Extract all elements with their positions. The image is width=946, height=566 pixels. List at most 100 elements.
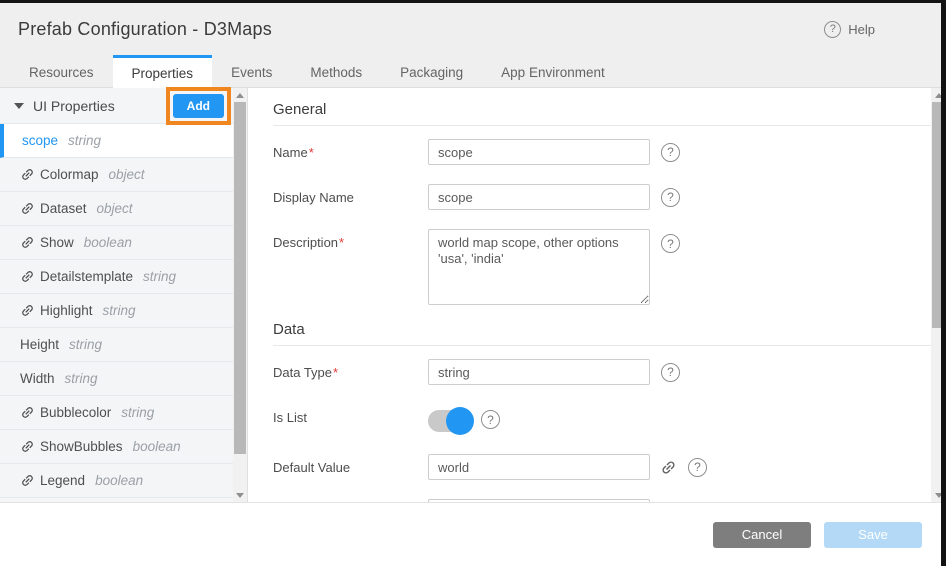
is-list-help-icon[interactable]: ? — [481, 410, 500, 429]
link-icon — [20, 473, 35, 488]
property-item-highlight[interactable]: Highlightstring — [0, 294, 233, 328]
bind-link-icon[interactable] — [660, 459, 677, 476]
property-type: string — [103, 303, 136, 318]
property-name: scope — [22, 133, 58, 148]
prefab-configuration-dialog: Prefab Configuration - D3Maps ? Help Res… — [0, 0, 946, 566]
link-icon — [20, 405, 35, 420]
field-row-binding-type: Binding Type ? — [273, 499, 931, 502]
property-name: Colormap — [40, 167, 99, 182]
link-icon — [20, 167, 35, 182]
help-button[interactable]: ? Help — [824, 21, 875, 38]
property-type: string — [69, 337, 102, 352]
default-value-input[interactable] — [428, 454, 650, 480]
property-name: Bubblecolor — [40, 405, 111, 420]
link-icon — [20, 439, 35, 454]
required-asterisk: * — [339, 235, 344, 250]
sidebar-group-header[interactable]: UI Properties Add — [0, 88, 233, 124]
property-type: string — [68, 133, 101, 148]
section-heading-general: General — [273, 101, 931, 126]
property-name: ShowBubbles — [40, 439, 123, 454]
property-item-showbubbles[interactable]: ShowBubbles boolean — [0, 430, 233, 464]
property-item-dataset[interactable]: Dataset object — [0, 192, 233, 226]
window-right-border — [941, 3, 946, 566]
tab-properties[interactable]: Properties — [113, 55, 213, 88]
properties-sidebar: UI Properties Add scope string Colormap obj… — [0, 88, 248, 502]
description-label: Description — [273, 235, 338, 250]
property-type: object — [97, 201, 133, 216]
data-type-label: Data Type — [273, 365, 332, 380]
name-help-icon[interactable]: ? — [661, 143, 680, 162]
property-name: Show — [40, 235, 74, 250]
property-name: Detailstemplate — [40, 269, 133, 284]
add-button-highlight: Add — [166, 87, 231, 125]
sidebar-scrollbar-thumb[interactable] — [234, 102, 246, 454]
property-item-scope[interactable]: scope string — [0, 124, 233, 158]
help-circle-icon: ? — [824, 21, 841, 38]
field-row-description: Description* world map scope, other opti… — [273, 229, 931, 305]
property-item-legend[interactable]: Legend boolean — [0, 464, 233, 498]
name-label: Name — [273, 145, 308, 160]
display-name-input[interactable] — [428, 184, 650, 210]
data-type-help-icon[interactable]: ? — [661, 363, 680, 382]
tab-bar: ResourcesPropertiesEventsMethodsPackagin… — [0, 55, 946, 88]
binding-type-select[interactable] — [428, 499, 650, 502]
field-row-is-list: Is List ? — [273, 404, 931, 435]
sidebar-group-label: UI Properties — [33, 98, 115, 114]
default-value-help-icon[interactable]: ? — [688, 458, 707, 477]
property-type: boolean — [95, 473, 143, 488]
field-row-name: Name* ? — [273, 139, 931, 165]
property-type: object — [109, 167, 145, 182]
name-input[interactable] — [428, 139, 650, 165]
property-type: string — [143, 269, 176, 284]
property-item-width[interactable]: Width string — [0, 362, 233, 396]
sidebar-scrollbar[interactable] — [233, 88, 247, 502]
section-heading-data: Data — [273, 321, 931, 346]
property-type: boolean — [133, 439, 181, 454]
scroll-down-icon[interactable] — [233, 488, 247, 502]
field-row-default-value: Default Value ? — [273, 454, 931, 480]
description-textarea[interactable]: world map scope, other options 'usa', 'i… — [428, 229, 650, 305]
link-icon — [20, 303, 35, 318]
property-name: Legend — [40, 473, 85, 488]
add-property-button[interactable]: Add — [173, 94, 224, 118]
help-label: Help — [848, 22, 875, 37]
property-form-panel: General Name* ? Display Name — [248, 88, 946, 502]
is-list-toggle[interactable] — [428, 407, 474, 435]
dialog-footer: Cancel Save — [0, 502, 946, 566]
property-name: Width — [20, 371, 55, 386]
display-name-help-icon[interactable]: ? — [661, 188, 680, 207]
link-icon — [20, 235, 35, 250]
required-asterisk: * — [333, 365, 338, 380]
cancel-button[interactable]: Cancel — [713, 522, 811, 548]
property-type: boolean — [84, 235, 132, 250]
tab-events[interactable]: Events — [212, 55, 291, 87]
tab-packaging[interactable]: Packaging — [381, 55, 482, 87]
tab-resources[interactable]: Resources — [10, 55, 113, 87]
property-item-detailstemplate[interactable]: Detailstemplate string — [0, 260, 233, 294]
property-type: string — [121, 405, 154, 420]
page-title: Prefab Configuration - D3Maps — [18, 19, 272, 40]
property-list: scope string Colormap object Dataset object Sh… — [0, 124, 233, 498]
property-item-show[interactable]: Show boolean — [0, 226, 233, 260]
display-name-label: Display Name — [273, 190, 354, 205]
property-item-colormap[interactable]: Colormap object — [0, 158, 233, 192]
collapse-triangle-icon[interactable] — [14, 103, 24, 109]
property-type: string — [65, 371, 98, 386]
dialog-body: UI Properties Add scope string Colormap obj… — [0, 88, 946, 502]
link-icon — [20, 269, 35, 284]
field-row-display-name: Display Name ? — [273, 184, 931, 210]
link-icon — [20, 201, 35, 216]
save-button[interactable]: Save — [824, 522, 922, 548]
property-item-bubblecolor[interactable]: Bubblecolor string — [0, 396, 233, 430]
is-list-label: Is List — [273, 410, 307, 425]
scroll-up-icon[interactable] — [233, 88, 247, 102]
data-type-input[interactable] — [428, 359, 650, 385]
titlebar: Prefab Configuration - D3Maps ? Help — [0, 3, 946, 55]
tab-methods[interactable]: Methods — [291, 55, 381, 87]
property-name: Height — [20, 337, 59, 352]
description-help-icon[interactable]: ? — [661, 234, 680, 253]
property-item-height[interactable]: Height string — [0, 328, 233, 362]
field-row-data-type: Data Type* ? — [273, 359, 931, 385]
tab-app-environment[interactable]: App Environment — [482, 55, 624, 87]
property-name: Dataset — [40, 201, 87, 216]
